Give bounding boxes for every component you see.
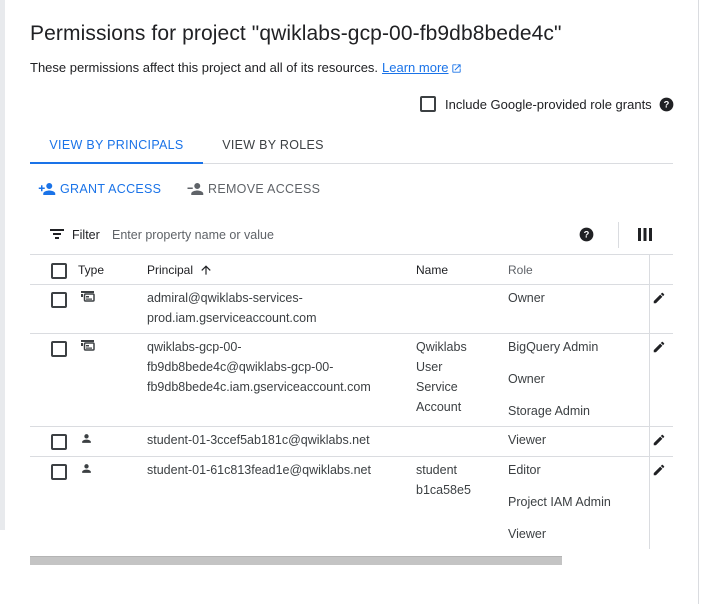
role-item: Viewer — [508, 433, 546, 447]
column-header-principal[interactable]: Principal — [147, 263, 213, 277]
page-title: Permissions for project "qwiklabs-gcp-00… — [30, 22, 562, 45]
principal-line: fb9db8bede4c.iam.gserviceaccount.com — [147, 380, 371, 394]
edit-icon[interactable] — [652, 463, 666, 477]
role-item: Viewer — [508, 527, 546, 541]
include-google-grants-checkbox[interactable] — [420, 96, 436, 112]
help-icon[interactable]: ? — [659, 97, 674, 112]
table-row: qwiklabs-gcp-00- fb9db8bede4c@qwiklabs-g… — [30, 334, 673, 427]
column-display-icon[interactable] — [638, 228, 652, 241]
principal-line: qwiklabs-gcp-00- — [147, 340, 242, 354]
person-icon — [82, 434, 91, 443]
role-item: Editor — [508, 463, 541, 477]
tab-view-by-principals[interactable]: VIEW BY PRINCIPALS — [30, 132, 203, 164]
principal-line: fb9db8bede4c@qwiklabs-gcp-00- — [147, 360, 334, 374]
column-header-role[interactable]: Role — [508, 263, 533, 277]
grant-access-button[interactable]: GRANT ACCESS — [38, 182, 161, 196]
role-item: Storage Admin — [508, 404, 590, 418]
principal-line: admiral@qwiklabs-services- — [147, 291, 303, 305]
include-google-grants-label: Include Google-provided role grants — [445, 96, 652, 112]
table-row: student-01-61c813fead1e@qwiklabs.net stu… — [30, 457, 673, 549]
remove-access-button[interactable]: REMOVE ACCESS — [186, 182, 320, 196]
tab-view-by-roles[interactable]: VIEW BY ROLES — [203, 132, 343, 163]
view-tabs: VIEW BY PRINCIPALS VIEW BY ROLES — [30, 132, 673, 164]
person-icon — [82, 464, 91, 473]
grant-access-label: GRANT ACCESS — [60, 182, 162, 196]
sticky-column-divider — [649, 255, 650, 549]
edit-icon[interactable] — [652, 340, 666, 354]
learn-more-link[interactable]: Learn more — [382, 60, 461, 75]
row-checkbox[interactable] — [51, 464, 67, 480]
name-line: Service — [416, 380, 458, 394]
service-account-icon — [81, 340, 95, 351]
principal-line: prod.iam.gserviceaccount.com — [147, 311, 317, 325]
table-row: admiral@qwiklabs-services- prod.iam.gser… — [30, 285, 673, 334]
panel-right-border — [698, 0, 699, 604]
learn-more-label: Learn more — [382, 60, 449, 75]
name-cell: Qwiklabs User Service Account — [416, 337, 496, 417]
panel-left-border — [0, 0, 5, 530]
filter-label: Filter — [72, 228, 100, 242]
filter-help-icon[interactable]: ? — [579, 227, 594, 242]
edit-icon[interactable] — [652, 433, 666, 447]
name-line: b1ca58e5 — [416, 483, 471, 497]
name-line: User — [416, 360, 443, 374]
row-checkbox[interactable] — [51, 292, 67, 308]
principal-cell: admiral@qwiklabs-services- prod.iam.gser… — [147, 288, 405, 328]
include-google-grants: Include Google-provided role grants ? — [420, 96, 674, 112]
filter-input[interactable] — [112, 225, 492, 245]
table-header: Type Principal Name Role — [30, 255, 673, 285]
person-remove-icon — [187, 183, 204, 195]
svg-text:?: ? — [584, 230, 590, 240]
role-cell: Editor Project IAM Admin Viewer — [508, 460, 648, 556]
column-header-name[interactable]: Name — [416, 263, 448, 277]
column-header-principal-label: Principal — [147, 263, 194, 277]
row-checkbox[interactable] — [51, 341, 67, 357]
name-line: student — [416, 463, 458, 477]
name-line: Account — [416, 400, 462, 414]
role-item: Owner — [508, 372, 545, 386]
filter-icon — [50, 229, 64, 239]
principal-cell: qwiklabs-gcp-00- fb9db8bede4c@qwiklabs-g… — [147, 337, 405, 397]
table-row: student-01-3ccef5ab181c@qwiklabs.net Vie… — [30, 427, 673, 457]
column-header-type[interactable]: Type — [78, 263, 104, 277]
subtitle-text: These permissions affect this project an… — [30, 60, 379, 75]
principal-cell: student-01-61c813fead1e@qwiklabs.net — [147, 460, 407, 480]
edit-icon[interactable] — [652, 291, 666, 305]
principal-cell: student-01-3ccef5ab181c@qwiklabs.net — [147, 430, 447, 450]
svg-text:?: ? — [663, 99, 669, 109]
role-item: Project IAM Admin — [508, 495, 611, 509]
name-line: Qwiklabs — [416, 340, 467, 354]
principal-line: student-01-61c813fead1e@qwiklabs.net — [147, 463, 371, 477]
person-add-icon — [38, 183, 56, 195]
select-all-checkbox[interactable] — [51, 263, 67, 279]
role-item: BigQuery Admin — [508, 340, 599, 354]
horizontal-scrollbar[interactable] — [30, 556, 562, 565]
filter-divider — [618, 222, 619, 248]
principal-line: student-01-3ccef5ab181c@qwiklabs.net — [147, 433, 370, 447]
name-cell: student b1ca58e5 — [416, 460, 496, 500]
role-item: Owner — [508, 291, 545, 305]
filter-bar: Filter ? — [30, 218, 673, 255]
page-subtitle: These permissions affect this project an… — [30, 60, 462, 75]
row-checkbox[interactable] — [51, 434, 67, 450]
role-cell: BigQuery Admin Owner Storage Admin — [508, 337, 648, 433]
role-cell: Owner — [508, 288, 648, 320]
service-account-icon — [81, 291, 95, 302]
remove-access-label: REMOVE ACCESS — [208, 182, 321, 196]
open-in-new-icon — [451, 64, 461, 73]
sort-ascending-icon — [201, 265, 211, 275]
